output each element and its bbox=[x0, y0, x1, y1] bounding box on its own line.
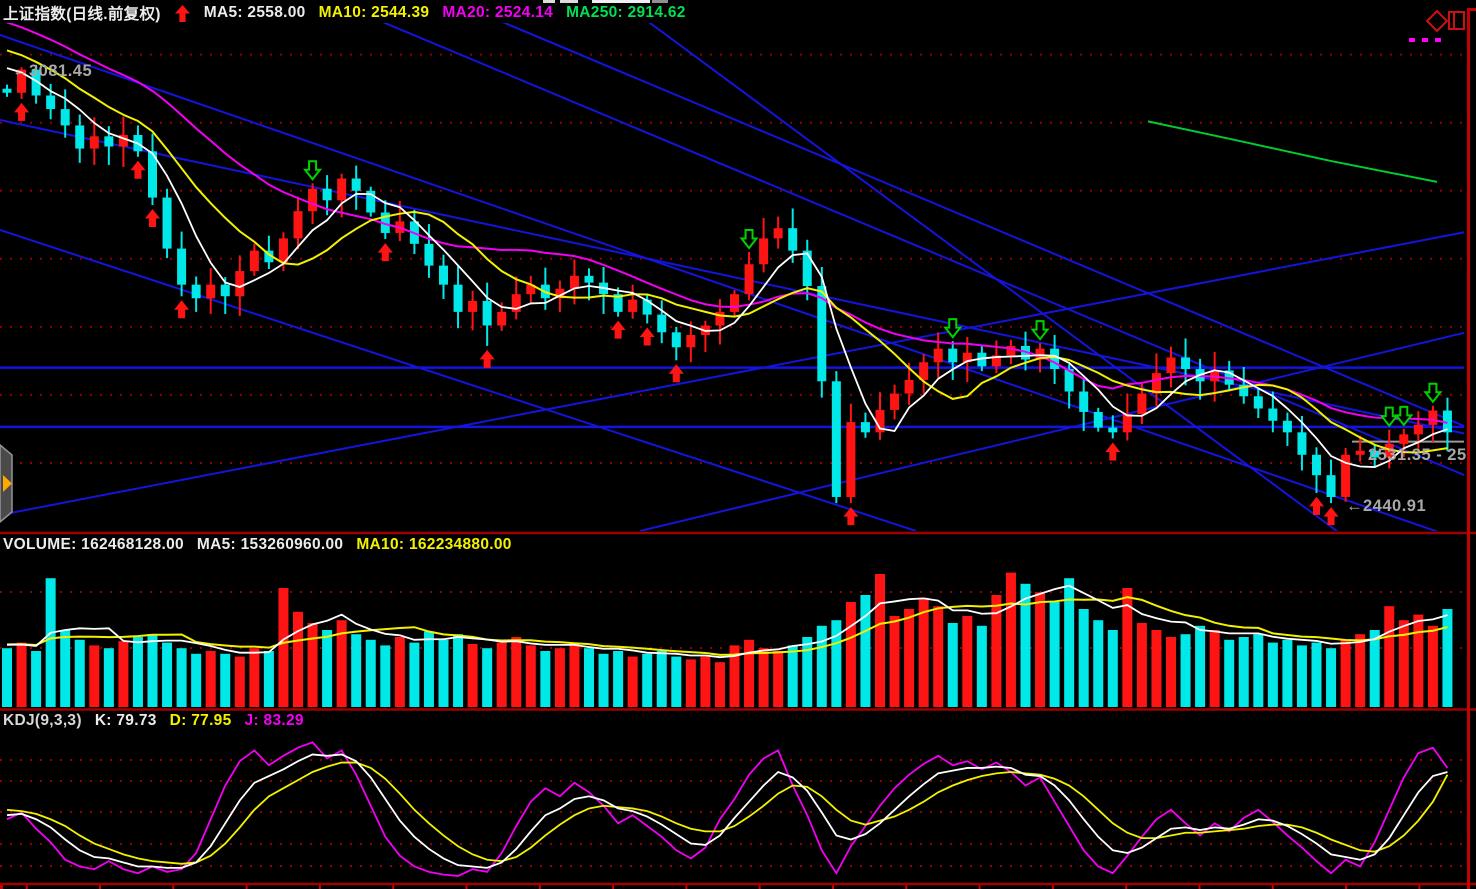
kdj-k-value: K: 79.73 bbox=[95, 712, 157, 730]
right-split-border[interactable] bbox=[1467, 8, 1470, 889]
sidebar-flyout-tab[interactable] bbox=[0, 442, 17, 526]
high-price-label: ←3081.45 bbox=[12, 62, 92, 81]
kdj-lines-layer bbox=[7, 742, 1447, 876]
low-marker-icon: ← bbox=[1346, 497, 1363, 515]
high-marker-icon: ← bbox=[12, 62, 29, 80]
toolbar-remnant bbox=[652, 0, 668, 3]
low-price-value: 2440.91 bbox=[1363, 497, 1426, 515]
chart-canvas[interactable] bbox=[0, 0, 1476, 889]
ma-lines-layer bbox=[7, 22, 1447, 467]
symbol-title[interactable]: 上证指数(日线.前复权) bbox=[3, 2, 161, 24]
ma250-value: MA250: 2914.62 bbox=[566, 4, 686, 22]
time-axis bbox=[0, 884, 1476, 889]
main-header: 上证指数(日线.前复权) MA5: 2558.00 MA10: 2544.39 … bbox=[3, 2, 686, 24]
window-restore-icon[interactable] bbox=[1448, 11, 1465, 30]
volume-value: VOLUME: 162468128.00 bbox=[3, 536, 184, 554]
low-price-label: ←2440.91 bbox=[1346, 497, 1426, 516]
volume-ma10-value: MA10: 162234880.00 bbox=[356, 536, 511, 554]
candles-layer bbox=[3, 65, 1452, 503]
range-price-label: 2531.35 - 25 bbox=[1368, 446, 1467, 465]
volume-ma5-value: MA5: 153260960.00 bbox=[197, 536, 343, 554]
toolbar-remnant bbox=[592, 0, 650, 3]
up-arrow-icon bbox=[175, 5, 190, 22]
ma250-line bbox=[1148, 121, 1437, 182]
ma5-value: MA5: 2558.00 bbox=[204, 4, 306, 22]
toolbar-remnant bbox=[543, 0, 555, 3]
toolbar-remnant bbox=[560, 0, 578, 3]
kdj-title: KDJ(9,3,3) bbox=[3, 712, 82, 730]
right-split-border-cap bbox=[1467, 8, 1476, 11]
ma10-value: MA10: 2544.39 bbox=[319, 4, 430, 22]
kdj-d-value: D: 77.95 bbox=[170, 712, 232, 730]
gridlines bbox=[0, 55, 1464, 866]
volume-bars-layer bbox=[2, 573, 1452, 707]
kdj-j-value: J: 83.29 bbox=[245, 712, 304, 730]
menu-dots-icon[interactable] bbox=[1409, 29, 1448, 47]
ma20-value: MA20: 2524.14 bbox=[442, 4, 553, 22]
volume-header: VOLUME: 162468128.00 MA5: 153260960.00 M… bbox=[3, 536, 512, 554]
high-price-value: 3081.45 bbox=[29, 62, 92, 80]
stock-chart-app: 上证指数(日线.前复权) MA5: 2558.00 MA10: 2544.39 … bbox=[0, 0, 1476, 889]
kdj-header: KDJ(9,3,3) K: 79.73 D: 77.95 J: 83.29 bbox=[3, 712, 304, 730]
